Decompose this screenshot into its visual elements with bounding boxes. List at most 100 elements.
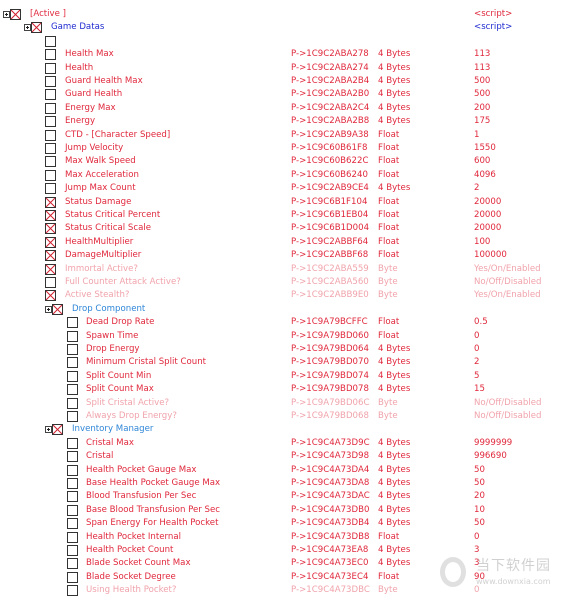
expand-icon[interactable] (3, 11, 10, 18)
table-group-row[interactable]: Drop Component (0, 303, 573, 316)
table-row[interactable]: Span Energy For Health Pocket P->1C9C4A73… (0, 517, 573, 530)
table-row[interactable]: Cristal Max P->1C9C4A73D9C 4 Bytes 9999999 (0, 437, 573, 450)
active-checkbox[interactable] (67, 397, 78, 409)
active-checkbox[interactable] (67, 344, 78, 355)
active-checkbox[interactable] (45, 183, 56, 195)
value: 500 (474, 76, 491, 86)
table-row[interactable]: Health Pocket Internal P->1C9C4A73DB8 Floa… (0, 531, 573, 544)
table-row[interactable]: Dead Drop Rate P->1C9A79BCFFC Float 0.5 (0, 316, 573, 329)
table-row[interactable]: Split Cristal Active? P->1C9A79BD06C Byte N… (0, 397, 573, 410)
active-checkbox[interactable] (45, 250, 56, 262)
active-checkbox[interactable] (67, 571, 78, 583)
active-checkbox[interactable] (45, 143, 56, 154)
active-checkbox[interactable] (67, 478, 78, 489)
table-row[interactable]: Status Critical Scale P->1C9C6B1D004 Float… (0, 222, 573, 235)
description: Always Drop Energy? (86, 411, 177, 421)
active-checkbox[interactable] (67, 464, 78, 476)
active-checkbox[interactable] (67, 531, 78, 543)
table-row[interactable]: Base Health Pocket Gauge Max P->1C9C4A73D… (0, 477, 573, 490)
table-row[interactable]: Blood Transfusion Per Sec P->1C9C4A73DAC 4… (0, 490, 573, 503)
table-row[interactable]: Base Blood Transfusion Per Sec P->1C9C4A7… (0, 504, 573, 517)
active-checkbox[interactable] (45, 76, 56, 87)
table-row[interactable]: Energy Max P->1C9C2ABA2C4 4 Bytes 200 (0, 102, 573, 115)
active-checkbox[interactable] (67, 317, 78, 329)
active-checkbox[interactable] (67, 491, 78, 503)
value: <script> (474, 9, 513, 19)
table-row[interactable]: Immortal Active? P->1C9C2ABA559 Byte Yes/On… (0, 263, 573, 276)
address: P->1C9A79BD06C (291, 397, 370, 408)
expand-icon[interactable] (45, 426, 52, 434)
active-checkbox[interactable] (67, 437, 78, 449)
active-checkbox[interactable] (45, 102, 56, 114)
table-row[interactable]: Guard Health P->1C9C2ABA2B0 4 Bytes 500 (0, 88, 573, 101)
active-checkbox[interactable] (45, 290, 56, 302)
table-row[interactable]: Split Count Min P->1C9A79BD074 4 Bytes 5 (0, 370, 573, 383)
description: Health Pocket Gauge Max (86, 464, 197, 475)
table-row[interactable]: Split Count Max P->1C9A79BD078 4 Bytes 15 (0, 383, 573, 396)
value: <script> (474, 22, 513, 33)
value: 100 (474, 236, 491, 247)
active-checkbox[interactable] (45, 196, 56, 208)
table-row[interactable]: Health Pocket Gauge Max P->1C9C4A73DA4 4 B… (0, 464, 573, 477)
table-row[interactable]: Guard Health Max P->1C9C2ABA2B4 4 Bytes 500 (0, 75, 573, 88)
active-checkbox[interactable] (67, 504, 78, 516)
active-checkbox[interactable] (67, 411, 78, 422)
description: Blade Socket Count Max (86, 558, 191, 569)
table-row[interactable]: Always Drop Energy? P->1C9A79BD068 Byte No/… (0, 410, 573, 423)
table-row[interactable]: Health P->1C9C2ABA274 4 Bytes 113 (0, 62, 573, 75)
active-checkbox[interactable] (45, 62, 56, 74)
active-checkbox[interactable] (45, 169, 56, 181)
table-row[interactable]: HealthMultiplier P->1C9C2ABBF64 Float 100 (0, 236, 573, 249)
active-checkbox[interactable] (31, 22, 42, 34)
value-type: Byte (378, 277, 398, 287)
active-checkbox[interactable] (52, 303, 63, 315)
table-row[interactable]: Status Critical Percent P->1C9C6B1EB04 Flo… (0, 209, 573, 222)
value-type: Float (378, 236, 400, 247)
active-checkbox[interactable] (45, 129, 56, 141)
active-checkbox[interactable] (45, 210, 56, 221)
active-checkbox[interactable] (67, 451, 78, 463)
active-checkbox[interactable] (67, 384, 78, 396)
description: DamageMultiplier (65, 250, 142, 261)
table-group-row[interactable]: Inventory Manager (0, 423, 573, 436)
active-checkbox[interactable] (67, 370, 78, 382)
active-checkbox[interactable] (45, 223, 56, 235)
active-checkbox[interactable] (45, 236, 56, 248)
active-checkbox[interactable] (67, 518, 78, 530)
expand-icon[interactable] (45, 305, 52, 313)
active-checkbox[interactable] (45, 49, 56, 61)
table-row[interactable]: Jump Max Count P->1C9C2AB9CE4 4 Bytes 2 (0, 182, 573, 195)
table-row[interactable]: Energy P->1C9C2ABA2B8 4 Bytes 175 (0, 115, 573, 128)
active-checkbox[interactable] (67, 357, 78, 369)
active-checkbox[interactable] (45, 156, 56, 168)
table-row[interactable]: Minimum Cristal Split Count P->1C9A79BD07… (0, 356, 573, 369)
table-row[interactable]: Status Damage P->1C9C6B1F104 Float 20000 (0, 196, 573, 209)
active-checkbox[interactable] (45, 116, 56, 128)
table-row[interactable]: Active Stealth? P->1C9C2ABB9E0 Byte Yes/On/… (0, 289, 573, 302)
active-checkbox[interactable] (52, 424, 63, 436)
table-row[interactable]: Drop Energy P->1C9A79BD064 4 Bytes 0 (0, 343, 573, 356)
table-row[interactable]: DamageMultiplier P->1C9C2ABBF68 Float 10000… (0, 249, 573, 262)
active-checkbox[interactable] (67, 585, 78, 597)
active-checkbox[interactable] (67, 330, 78, 342)
active-checkbox[interactable] (45, 35, 56, 47)
table-row[interactable] (0, 35, 573, 48)
table-row[interactable]: Max Acceleration P->1C9C60B6240 Float 4096 (0, 169, 573, 182)
table-row[interactable]: Full Counter Attack Active? P->1C9C2ABA56… (0, 276, 573, 289)
expand-icon[interactable] (24, 24, 31, 32)
table-row[interactable]: Jump Velocity P->1C9C60B61F8 Float 1550 (0, 142, 573, 155)
table-row[interactable]: Cristal P->1C9C4A73D98 4 Bytes 996690 (0, 450, 573, 463)
active-checkbox[interactable] (45, 263, 56, 275)
table-row[interactable]: Health Max P->1C9C2ABA278 4 Bytes 113 (0, 48, 573, 61)
active-checkbox[interactable] (67, 558, 78, 570)
description: Status Critical Percent (65, 210, 161, 220)
active-checkbox[interactable] (10, 9, 21, 20)
table-group-row[interactable]: Game Datas <script> (0, 21, 573, 34)
table-row[interactable]: Max Walk Speed P->1C9C60B622C Float 600 (0, 155, 573, 168)
active-checkbox[interactable] (45, 89, 56, 101)
active-checkbox[interactable] (45, 277, 56, 288)
table-row[interactable]: CTD - [Character Speed] P->1C9C2AB9A38 Flo… (0, 129, 573, 142)
table-row[interactable]: Spawn Time P->1C9A79BD060 Float 0 (0, 330, 573, 343)
table-group-row[interactable]: [Active ] <script> (0, 8, 573, 21)
active-checkbox[interactable] (67, 545, 78, 556)
